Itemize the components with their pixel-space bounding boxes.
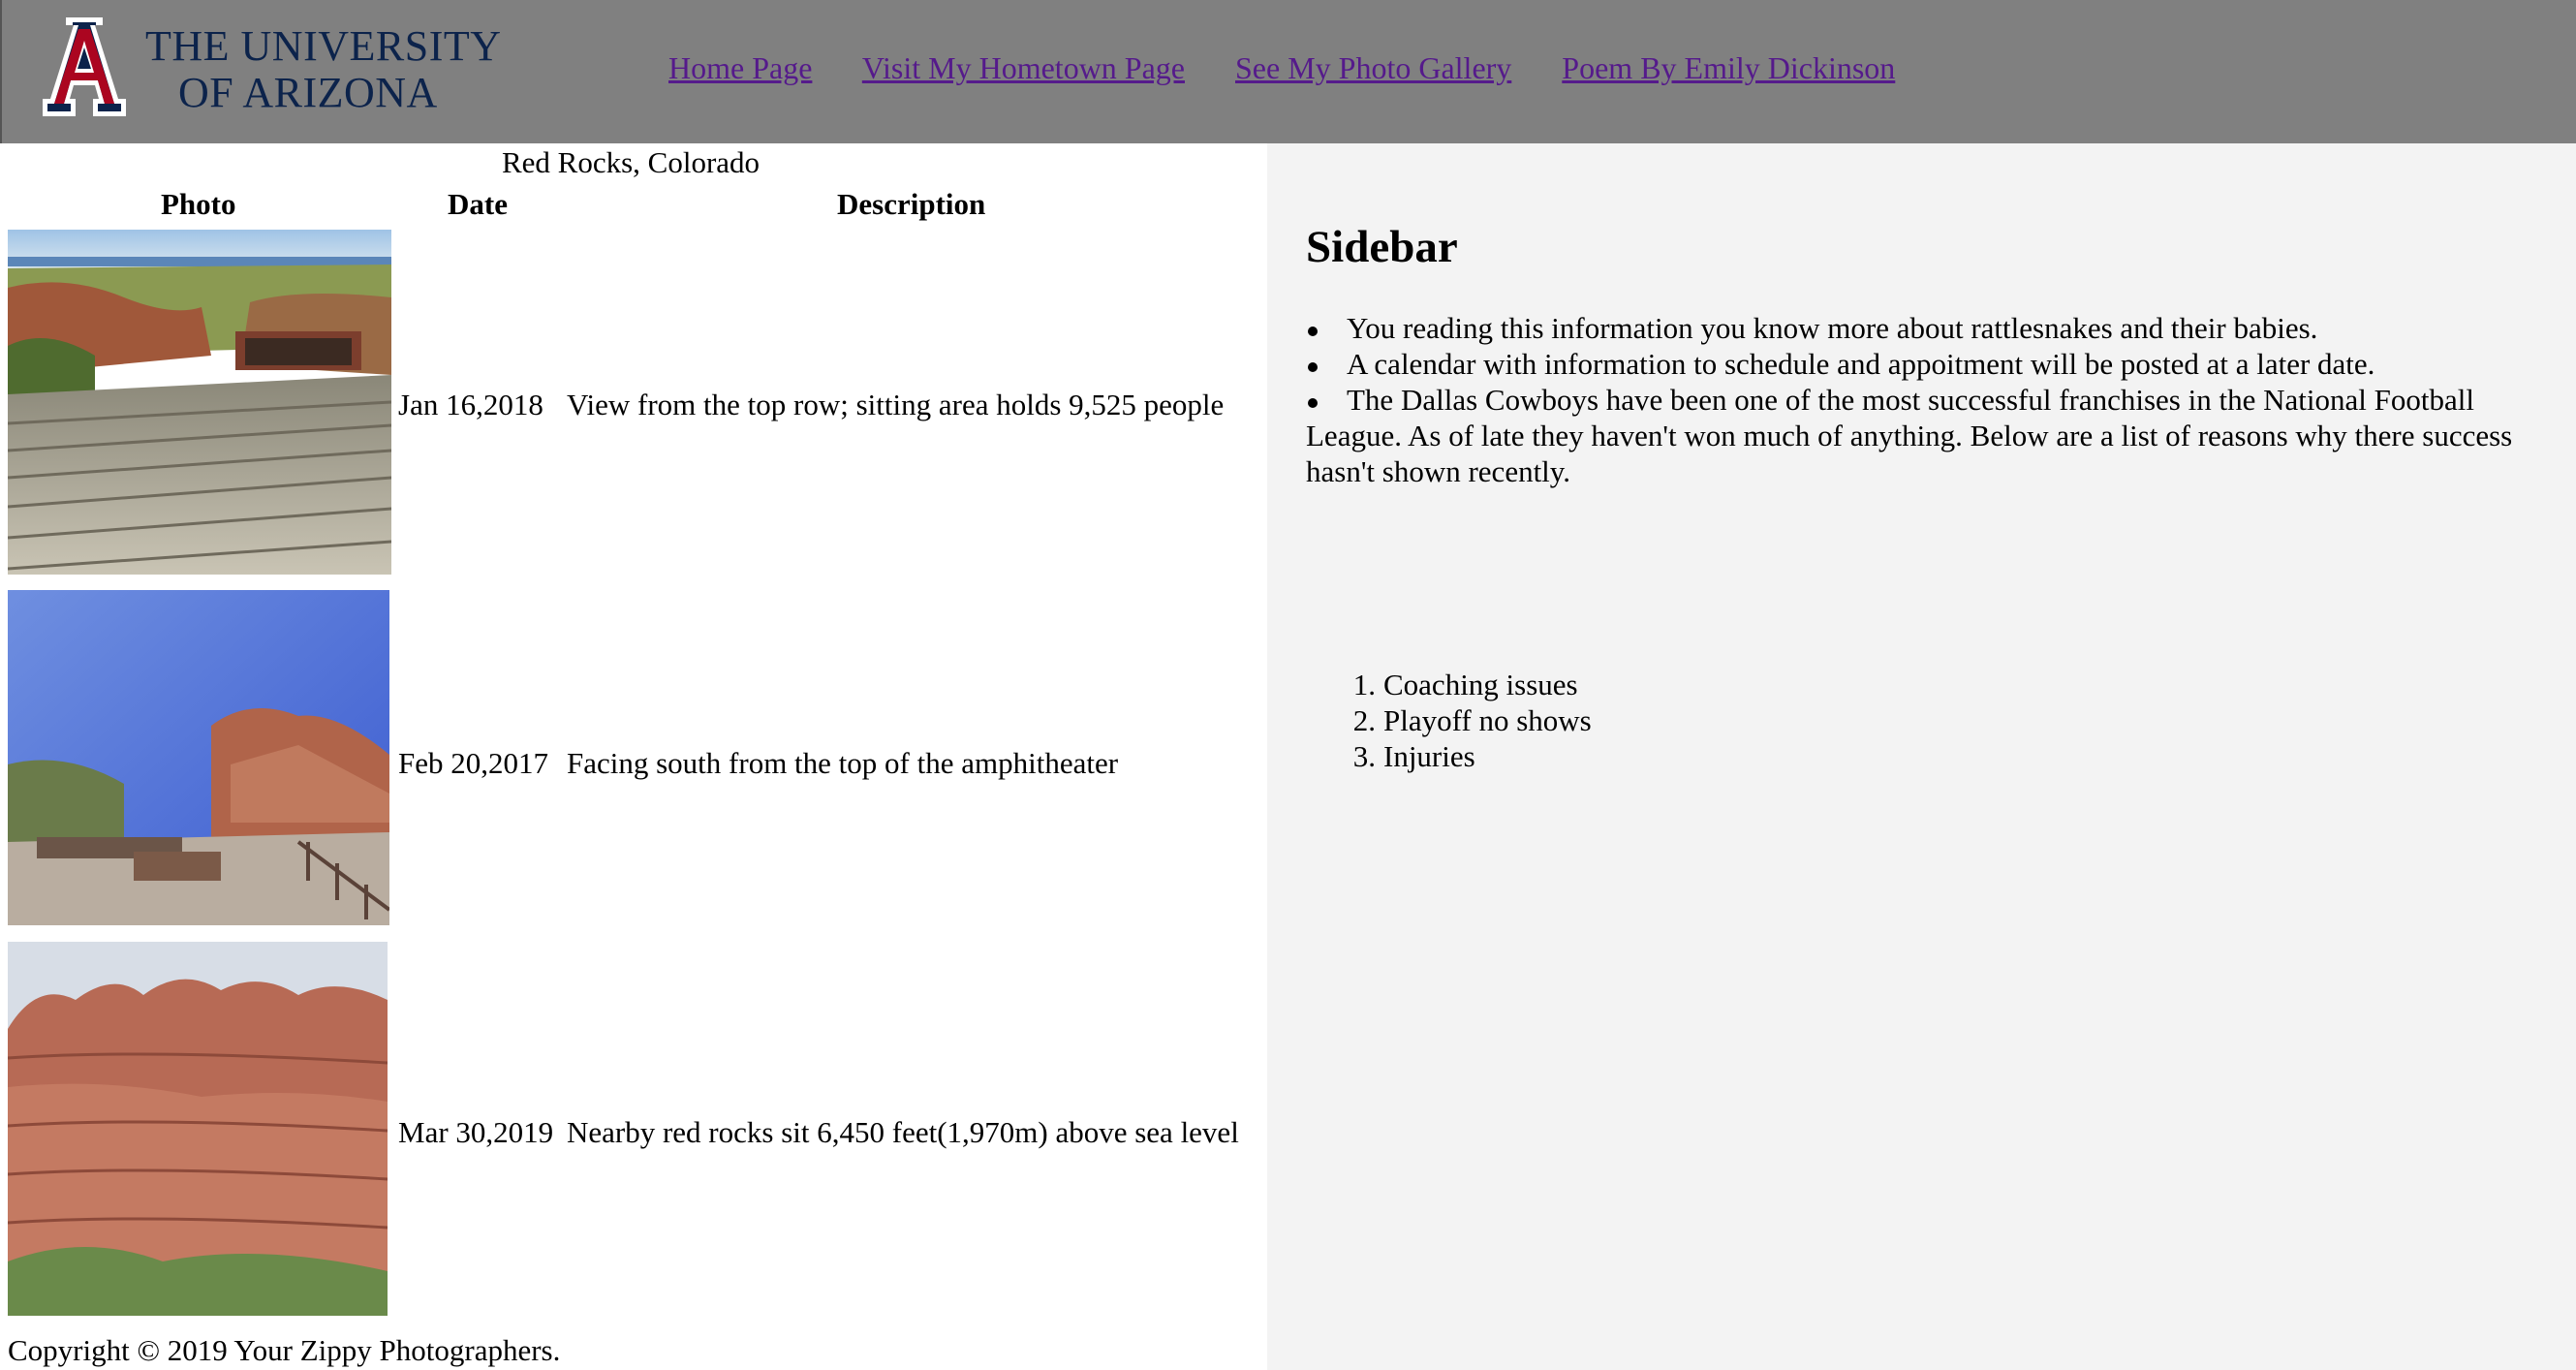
- amphitheater-south-photo: [8, 590, 389, 925]
- list-item: 2. Playoff no shows: [1352, 703, 1592, 737]
- sidebar: Sidebar You reading this information you…: [1267, 143, 2576, 1370]
- row-description: View from the top row; sitting area hold…: [567, 388, 1225, 421]
- table-caption: Red Rocks, Colorado: [502, 145, 760, 179]
- main-nav: Home Page Visit My Hometown Page See My …: [668, 50, 1938, 86]
- column-header-photo: Photo: [161, 187, 236, 221]
- bullet-icon: [1306, 346, 1347, 382]
- row-date: Feb 20,2017: [398, 746, 548, 780]
- row-description: Nearby red rocks sit 6,450 feet(1,970m) …: [567, 1115, 1239, 1149]
- list-item-text: You reading this information you know mo…: [1347, 311, 2318, 345]
- list-item-text: Coaching issues: [1383, 668, 1578, 701]
- reasons-list: 1. Coaching issues 2. Playoff no shows 3. I…: [1306, 667, 1592, 774]
- column-header-date: Date: [448, 187, 508, 221]
- list-item-text: Injuries: [1383, 739, 1475, 773]
- bullet-icon: [1306, 382, 1347, 418]
- logo-text: THE UNIVERSITY OF ARIZONA: [145, 23, 502, 116]
- copyright-footer: Copyright © 2019 Your Zippy Photographer…: [8, 1333, 561, 1367]
- amphitheater-top-row-photo: [8, 230, 391, 575]
- list-item: The Dallas Cowboys have been one of the …: [1306, 382, 2517, 489]
- row-date: Jan 16,2018: [398, 388, 543, 421]
- nav-link-hometown[interactable]: Visit My Hometown Page: [862, 50, 1185, 85]
- bullet-icon: [1306, 310, 1347, 346]
- university-logo[interactable]: THE UNIVERSITY OF ARIZONA: [43, 17, 501, 119]
- block-a-logo-icon: [43, 17, 126, 116]
- column-header-description: Description: [837, 187, 986, 221]
- nav-link-home[interactable]: Home Page: [668, 50, 812, 85]
- list-item: You reading this information you know mo…: [1306, 310, 2517, 346]
- red-rocks-cliff-photo: [8, 942, 388, 1316]
- sidebar-bullet-list: You reading this information you know mo…: [1306, 310, 2517, 489]
- list-item-text: A calendar with information to schedule …: [1347, 347, 2375, 381]
- list-item-text: Playoff no shows: [1383, 703, 1592, 737]
- row-date: Mar 30,2019: [398, 1115, 554, 1149]
- list-item-text: The Dallas Cowboys have been one of the …: [1306, 383, 2513, 488]
- site-header: THE UNIVERSITY OF ARIZONA Home Page Visi…: [0, 0, 2576, 143]
- nav-link-photo-gallery[interactable]: See My Photo Gallery: [1235, 50, 1511, 85]
- list-item: 3. Injuries: [1352, 739, 1475, 773]
- list-item: 1. Coaching issues: [1352, 668, 1578, 701]
- logo-line2: OF ARIZONA: [178, 69, 438, 116]
- row-description: Facing south from the top of the amphith…: [567, 746, 1119, 780]
- list-item: A calendar with information to schedule …: [1306, 346, 2517, 382]
- nav-link-poem[interactable]: Poem By Emily Dickinson: [1562, 50, 1895, 85]
- sidebar-title: Sidebar: [1306, 222, 1458, 272]
- logo-line1: THE UNIVERSITY: [145, 22, 502, 70]
